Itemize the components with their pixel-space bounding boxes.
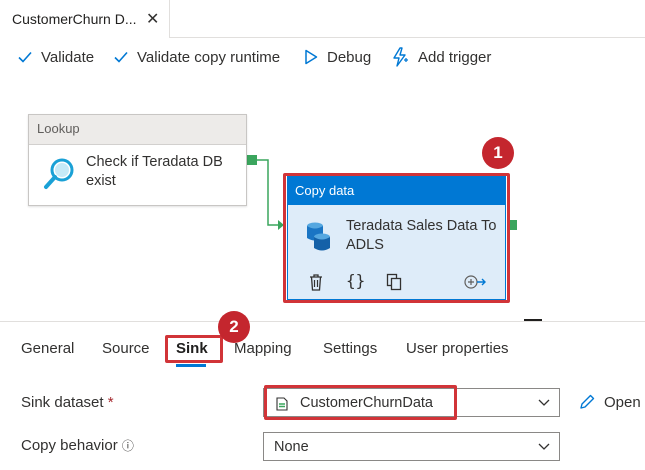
highlight-copy-activity [283, 173, 510, 303]
validate-label: Validate [41, 48, 95, 66]
sink-dataset-label: Sink dataset * [21, 394, 114, 411]
tab-user-properties[interactable]: User properties [406, 340, 509, 357]
step-badge-1: 1 [482, 137, 514, 169]
search-icon [43, 157, 75, 196]
success-output-port[interactable] [247, 155, 257, 165]
info-icon[interactable]: ⓘ [122, 439, 134, 453]
chevron-down-icon [537, 395, 551, 414]
pipeline-tab[interactable]: CustomerChurn D... ✕ [0, 0, 170, 38]
tab-mapping[interactable]: Mapping [234, 340, 292, 357]
validate-copy-runtime-label: Validate copy runtime [137, 48, 281, 66]
tab-source[interactable]: Source [102, 340, 150, 357]
highlight-sink-dataset [264, 385, 457, 420]
play-icon [305, 49, 318, 65]
lookup-activity-type: Lookup [29, 115, 246, 145]
copy-behavior-label-text: Copy behavior [21, 437, 118, 454]
pipeline-tab-title: CustomerChurn D... [12, 11, 137, 27]
debug-label: Debug [327, 48, 372, 66]
chevron-down-icon [537, 439, 551, 458]
lookup-activity-name: Check if Teradata DB exist [86, 154, 223, 189]
add-trigger-label: Add trigger [418, 48, 492, 66]
checkmark-icon [18, 51, 32, 63]
open-dataset-button[interactable]: Open [578, 393, 641, 411]
document-tab-strip: CustomerChurn D... ✕ [0, 0, 645, 38]
required-mark: * [107, 394, 114, 411]
lightning-icon [393, 47, 408, 67]
pipeline-canvas[interactable]: Lookup Check if Teradata DB exist Copy d… [0, 76, 645, 321]
validate-copy-runtime-button[interactable]: Validate copy runtime [114, 46, 280, 68]
add-trigger-button[interactable]: Add trigger [391, 46, 491, 68]
sink-dataset-label-text: Sink dataset [21, 394, 104, 411]
copy-behavior-label: Copy behavior ⓘ [21, 437, 134, 454]
validate-button[interactable]: Validate [18, 46, 94, 68]
debug-button[interactable]: Debug [304, 46, 371, 68]
copy-behavior-value: None [274, 439, 309, 455]
pipeline-toolbar: Validate Validate copy runtime Debug Add… [0, 38, 645, 76]
tab-general[interactable]: General [21, 340, 74, 357]
active-tab-indicator [176, 364, 206, 367]
tab-settings[interactable]: Settings [323, 340, 377, 357]
lookup-activity[interactable]: Lookup Check if Teradata DB exist [28, 114, 247, 206]
close-icon[interactable]: ✕ [146, 9, 159, 29]
copy-behavior-select[interactable]: None [263, 432, 560, 461]
open-label: Open [604, 393, 641, 411]
highlight-sink-tab [165, 335, 223, 363]
pencil-icon [580, 394, 595, 409]
checkmark-icon [114, 51, 128, 63]
properties-tab-bar: General Source Sink Mapping Settings Use… [0, 321, 645, 367]
step-badge-2: 2 [218, 311, 250, 343]
